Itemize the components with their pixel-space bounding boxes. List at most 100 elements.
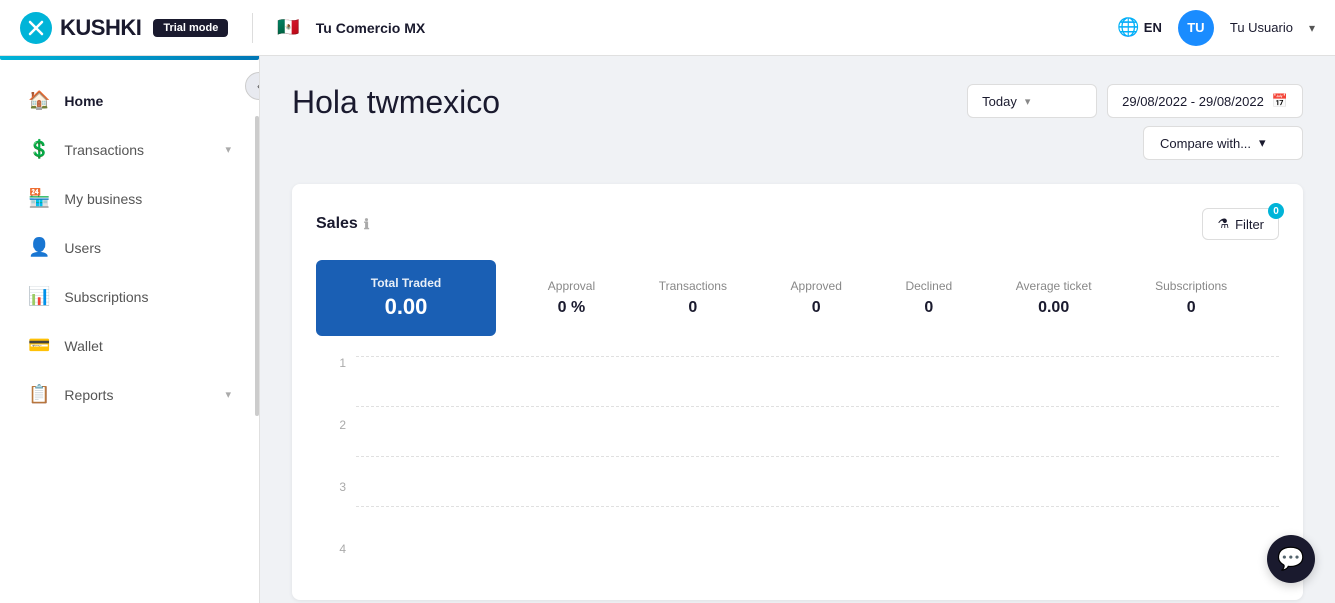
sidebar-item-subscriptions[interactable]: 📊 Subscriptions: [0, 272, 259, 321]
sales-title: Sales ℹ: [316, 215, 369, 233]
user-name: Tu Usuario: [1230, 20, 1293, 35]
user-avatar[interactable]: TU: [1178, 10, 1214, 46]
nav-divider: [252, 13, 253, 43]
page-title: Hola twmexico: [292, 84, 500, 121]
sales-header: Sales ℹ ⚗ Filter 0: [316, 208, 1279, 240]
chat-bubble-icon: 💬: [1277, 546, 1304, 572]
date-controls: Today ▾ 29/08/2022 - 29/08/2022 📅: [967, 84, 1303, 118]
stat-item-declined: Declined 0: [905, 279, 952, 317]
sidebar-item-users[interactable]: 👤 Users: [0, 223, 259, 272]
transactions-chevron: ▾: [225, 143, 231, 156]
trial-badge: Trial mode: [153, 19, 228, 37]
chart-y2: 2: [316, 418, 346, 432]
compare-label: Compare with...: [1160, 136, 1251, 151]
user-menu-chevron[interactable]: ▾: [1309, 21, 1315, 35]
period-dropdown[interactable]: Today ▾: [967, 84, 1097, 118]
users-icon: 👤: [28, 237, 50, 258]
lang-text: EN: [1144, 20, 1162, 35]
stat-subscriptions-value: 0: [1155, 299, 1227, 317]
merchant-name: Tu Comercio MX: [316, 20, 425, 36]
main-layout: ‹ 🏠 Home 💲 Transactions ▾ 🏪 My business …: [0, 56, 1335, 603]
wallet-icon: 💳: [28, 335, 50, 356]
stat-item-approved: Approved 0: [791, 279, 842, 317]
sidebar-top-indicator: [0, 56, 259, 60]
stat-approval-label: Approval: [548, 279, 595, 293]
kushki-logo-icon: [20, 12, 52, 44]
sidebar-label-my-business: My business: [64, 191, 231, 207]
chart-grid-line-4: [356, 356, 1279, 357]
chart-grid-line-2: [356, 456, 1279, 457]
home-icon: 🏠: [28, 90, 50, 111]
stat-approved-label: Approved: [791, 279, 842, 293]
sidebar-label-reports: Reports: [64, 387, 211, 403]
date-range-text: 29/08/2022 - 29/08/2022: [1122, 94, 1264, 109]
sidebar-label-users: Users: [64, 240, 231, 256]
stat-avg-ticket-label: Average ticket: [1016, 279, 1092, 293]
stat-items-row: Approval 0 % Transactions 0 Approved 0: [496, 260, 1279, 336]
period-dropdown-arrow: ▾: [1025, 95, 1031, 108]
lang-selector[interactable]: 🌐 EN: [1117, 17, 1161, 38]
chart-grid: [356, 356, 1279, 556]
header-controls: Today ▾ 29/08/2022 - 29/08/2022 📅 Compar…: [967, 84, 1303, 160]
sales-card: Sales ℹ ⚗ Filter 0 Total Traded 0.00: [292, 184, 1303, 600]
date-range-picker[interactable]: 29/08/2022 - 29/08/2022 📅: [1107, 84, 1303, 118]
stat-transactions-label: Transactions: [659, 279, 727, 293]
total-traded-card: Total Traded 0.00: [316, 260, 496, 336]
sidebar-label-subscriptions: Subscriptions: [64, 289, 231, 305]
subscriptions-icon: 📊: [28, 286, 50, 307]
sales-info-icon[interactable]: ℹ: [364, 216, 369, 233]
calendar-icon: 📅: [1272, 93, 1288, 109]
chart-y1: 1: [316, 356, 346, 370]
sidebar-item-wallet[interactable]: 💳 Wallet: [0, 321, 259, 370]
stat-transactions-value: 0: [659, 299, 727, 317]
stat-avg-ticket-value: 0.00: [1016, 299, 1092, 317]
logo-wrap: KUSHKI: [20, 12, 141, 44]
filter-button[interactable]: ⚗ Filter 0: [1202, 208, 1279, 240]
total-traded-label: Total Traded: [344, 276, 468, 290]
main-content: Hola twmexico Today ▾ 29/08/2022 - 29/08…: [260, 56, 1335, 603]
sidebar-item-my-business[interactable]: 🏪 My business: [0, 174, 259, 223]
topnav-right: 🌐 EN TU Tu Usuario ▾: [1117, 10, 1315, 46]
topnav-left: KUSHKI Trial mode 🇲🇽 Tu Comercio MX: [20, 12, 425, 44]
stat-item-subscriptions: Subscriptions 0: [1155, 279, 1227, 317]
chat-bubble[interactable]: 💬: [1267, 535, 1315, 583]
sidebar-label-wallet: Wallet: [64, 338, 231, 354]
chart-grid-line-3: [356, 406, 1279, 407]
sidebar-item-reports[interactable]: 📋 Reports ▾: [0, 370, 259, 419]
reports-chevron: ▾: [225, 388, 231, 401]
total-traded-value: 0.00: [344, 294, 468, 320]
stat-approval-value: 0 %: [548, 299, 595, 317]
filter-funnel-icon: ⚗: [1217, 216, 1229, 232]
stat-approved-value: 0: [791, 299, 842, 317]
stat-declined-value: 0: [905, 299, 952, 317]
chart-area: 4 3 2 1: [316, 356, 1279, 576]
filter-label: Filter: [1235, 217, 1264, 232]
compare-chevron-icon: ▾: [1259, 135, 1266, 151]
sidebar-label-transactions: Transactions: [64, 142, 211, 158]
chart-yaxis: 4 3 2 1: [316, 356, 346, 556]
sidebar-scrollbar[interactable]: [255, 116, 259, 416]
stat-subscriptions-label: Subscriptions: [1155, 279, 1227, 293]
page-header: Hola twmexico Today ▾ 29/08/2022 - 29/08…: [292, 84, 1303, 160]
chart-y4: 4: [316, 542, 346, 556]
stat-item-approval: Approval 0 %: [548, 279, 595, 317]
sidebar-item-home[interactable]: 🏠 Home: [0, 76, 259, 125]
sales-label: Sales: [316, 215, 358, 233]
chart-y3: 3: [316, 480, 346, 494]
stat-item-transactions: Transactions 0: [659, 279, 727, 317]
transactions-icon: 💲: [28, 139, 50, 160]
stat-item-avg-ticket: Average ticket 0.00: [1016, 279, 1092, 317]
topnav: KUSHKI Trial mode 🇲🇽 Tu Comercio MX 🌐 EN…: [0, 0, 1335, 56]
sidebar-item-transactions[interactable]: 💲 Transactions ▾: [0, 125, 259, 174]
sidebar-nav: 🏠 Home 💲 Transactions ▾ 🏪 My business 👤 …: [0, 56, 259, 439]
filter-badge: 0: [1268, 203, 1284, 219]
sidebar-label-home: Home: [64, 93, 231, 109]
period-dropdown-label: Today: [982, 94, 1017, 109]
sidebar: ‹ 🏠 Home 💲 Transactions ▾ 🏪 My business …: [0, 56, 260, 603]
stat-declined-label: Declined: [905, 279, 952, 293]
stats-row: Total Traded 0.00 Approval 0 % Transacti…: [316, 260, 1279, 336]
merchant-flag: 🇲🇽: [277, 17, 299, 38]
compare-button[interactable]: Compare with... ▾: [1143, 126, 1303, 160]
reports-icon: 📋: [28, 384, 50, 405]
my-business-icon: 🏪: [28, 188, 50, 209]
